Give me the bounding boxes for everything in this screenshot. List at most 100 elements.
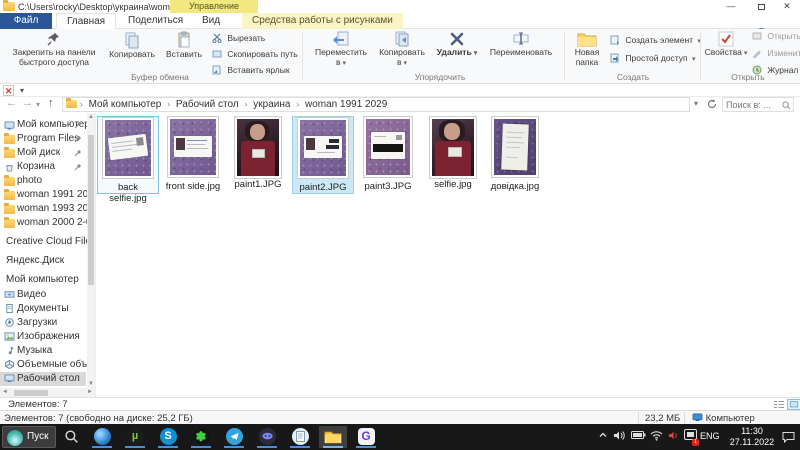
sidebar-vertical-scrollbar[interactable]: ▲ ▼ [87,113,95,388]
action-center-icon[interactable] [782,431,795,443]
sidebar-item-my-computer-section[interactable]: Мой компьютер [0,273,86,287]
sidebar-item-pictures[interactable]: Изображения [0,330,86,344]
breadcrumb-item[interactable]: woman 1991 2029 [302,98,390,111]
language-indicator[interactable]: ENG [700,431,720,450]
copy-to-button[interactable]: Копировать в [372,31,432,68]
sidebar-item-my-computer-pinned[interactable]: Мой компьютер [0,118,90,132]
battery-icon[interactable] [631,430,646,440]
scroll-right-icon[interactable]: ► [86,389,94,395]
new-folder-button[interactable]: Новая папка [568,31,606,67]
taskbar-app-skype[interactable]: S [154,426,182,448]
tab-home[interactable]: Главная [56,13,117,29]
taskbar-app-discord[interactable] [253,426,281,448]
tray-expand-icon[interactable] [598,430,608,440]
taskbar-app-notepad[interactable] [286,426,314,448]
properties-button[interactable]: Свойства [704,31,748,59]
file-selfie[interactable]: selfie.jpg [422,116,484,194]
taskbar-app-browser[interactable] [88,426,116,448]
volume-icon[interactable] [613,430,626,441]
start-button[interactable]: Пуск [2,426,56,448]
sidebar-item-documents[interactable]: Документы [0,302,86,316]
copy-button[interactable]: Копировать [104,31,160,60]
sidebar-item-downloads[interactable]: Загрузки [0,316,86,330]
file-back-selfie[interactable]: back selfie.jpg [97,116,159,204]
manage-contextual-tab[interactable]: Управление [170,0,258,13]
videos-icon [4,291,15,298]
sidebar-item-program-files[interactable]: Program Files [0,132,86,146]
background-window-status-bar: Элементов: 7 (свободно на диске: 25,2 ГБ… [0,410,800,424]
breadcrumb-item[interactable]: Мой компьютер [86,98,165,111]
cut-button[interactable]: Вырезать [212,33,265,43]
scrollbar-thumb[interactable] [14,389,48,396]
thumbnails-view-icon[interactable] [787,399,800,410]
sidebar-item-creative-cloud-files[interactable]: Creative Cloud Files [0,235,95,249]
taskbar-app-explorer[interactable] [319,426,347,448]
pin-quick-access-button[interactable]: Закрепить на панели быстрого доступа [6,31,102,67]
delete-button[interactable]: Удалить [434,31,480,59]
open-button[interactable]: Открыть [752,31,800,41]
move-to-button[interactable]: Переместить в [310,31,372,68]
tab-picture-tools[interactable]: Средства работы с рисунками [242,13,403,29]
back-icon[interactable]: ← [6,97,17,109]
close-button[interactable]: ✕ [774,0,800,13]
refresh-icon[interactable] [706,98,718,110]
taskbar-app-icq[interactable]: ✽ [187,426,215,448]
taskbar-search-icon[interactable] [64,429,79,444]
qat-delete-icon[interactable]: ✕ [3,85,14,96]
file-dovidka[interactable]: довідка.jpg [484,116,546,194]
sidebar-item-music[interactable]: Музыка [0,344,86,358]
breadcrumb-item[interactable]: Рабочий стол [173,98,242,111]
sidebar-item-woman-2000-2-026[interactable]: woman 2000 2-026 [0,216,95,230]
tab-share[interactable]: Поделиться [118,13,193,29]
qat-dropdown-icon[interactable]: ▾ [20,86,24,95]
tab-file[interactable]: Файл [0,13,52,29]
notification-app-icon[interactable]: 1 [684,429,699,446]
breadcrumb[interactable]: › Мой компьютер › Рабочий стол › украина… [62,97,690,112]
sidebar-item-photo[interactable]: photo [0,174,86,188]
details-view-icon[interactable] [772,399,786,410]
file-name: paint1.JPG [234,179,282,190]
sidebar-item-recycle-bin[interactable]: Корзина [0,160,86,174]
sidebar-item-videos[interactable]: Видео [0,288,86,302]
sidebar-item-woman-1993-2028[interactable]: woman 1993 2028 [0,202,95,216]
copy-path-button[interactable]: Скопировать путь [212,49,298,59]
new-item-button[interactable]: Создать элемент [610,35,701,45]
file-paint2[interactable]: paint2.JPG [292,116,354,194]
search-input[interactable] [723,98,779,111]
file-paint1[interactable]: paint1.JPG [227,116,289,194]
file-paint3[interactable]: paint3.JPG [357,116,419,194]
minimize-button[interactable]: — [718,0,744,13]
recent-locations-icon[interactable]: ▾ [36,100,40,109]
sidebar-item-my-disk[interactable]: Мой диск [0,146,86,160]
forward-icon[interactable]: → [22,97,33,109]
breadcrumb-item[interactable]: украина [250,98,293,111]
sidebar-horizontal-scrollbar[interactable]: ◄ ► [0,388,95,397]
tab-view[interactable]: Вид [192,13,230,29]
sound-app-icon[interactable] [668,430,680,441]
scrollbar-thumb[interactable] [88,135,94,285]
address-dropdown-icon[interactable]: ▾ [694,99,698,108]
scroll-down-icon[interactable]: ▼ [87,381,95,387]
restore-button[interactable] [748,0,774,13]
taskbar-app-telegram[interactable] [220,426,248,448]
file-front-side[interactable]: front side.jpg [162,116,224,194]
clock[interactable]: 11:30 27.11.2022 [726,426,778,450]
sidebar-item-desktop[interactable]: Рабочий стол [0,371,86,386]
wifi-icon[interactable] [650,430,663,441]
taskbar-app-g[interactable]: G [352,426,380,448]
sidebar-item-3d-objects[interactable]: Объемные объекты [0,358,95,372]
scroll-up-icon[interactable]: ▲ [87,114,95,120]
edit-button[interactable]: Изменить [752,48,800,58]
taskbar-app-utorrent[interactable]: µ [121,426,149,448]
address-bar: ← → ▾ ↑ › Мой компьютер › Рабочий стол ›… [0,97,800,113]
rename-button[interactable]: Переименовать [482,31,560,58]
cut-label: Вырезать [227,33,266,43]
file-name: paint3.JPG [364,181,412,192]
paste-button[interactable]: Вставить [160,31,208,60]
selection-size: 23,2 МБ [645,413,681,424]
scroll-left-icon[interactable]: ◄ [1,389,9,395]
up-icon[interactable]: ↑ [48,97,54,109]
sidebar-item-woman-1991-2029[interactable]: woman 1991 2029 [0,188,95,202]
sidebar-item-yandex-disk[interactable]: Яндекс.Диск [0,254,86,268]
easy-access-button[interactable]: Простой доступ [610,53,696,63]
